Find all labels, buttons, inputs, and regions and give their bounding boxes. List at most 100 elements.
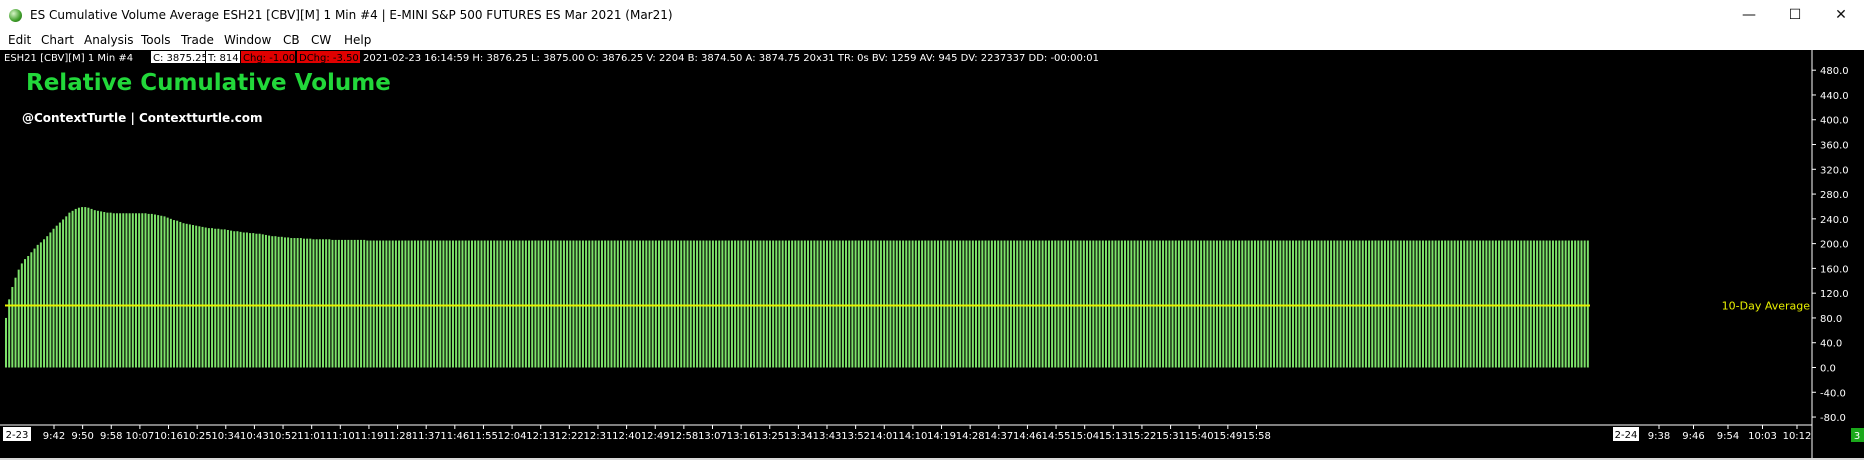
volume-bar	[391, 240, 394, 368]
menu-trade[interactable]: Trade	[181, 33, 214, 47]
x-tick-label: 13:16	[727, 431, 756, 442]
volume-bar	[1019, 240, 1022, 368]
volume-bar	[14, 277, 17, 368]
volume-bar	[490, 240, 493, 368]
volume-bar	[1282, 240, 1285, 368]
volume-bar	[914, 240, 917, 368]
x-tick-label: 15:49	[1213, 431, 1242, 442]
volume-bar	[1504, 240, 1507, 368]
volume-bar	[873, 240, 876, 368]
volume-bar	[258, 233, 261, 368]
menu-help[interactable]: Help	[344, 33, 371, 47]
volume-bar	[1171, 240, 1174, 368]
volume-bar	[1361, 240, 1364, 368]
menu-cw[interactable]: CW	[311, 33, 331, 47]
volume-bar	[566, 240, 569, 368]
menu-chart[interactable]: Chart	[41, 33, 74, 47]
volume-bar	[585, 240, 588, 368]
volume-bar	[1165, 240, 1168, 368]
volume-bar	[578, 240, 581, 368]
x-tick-label: 10:25	[183, 431, 212, 442]
volume-bar	[334, 239, 337, 368]
volume-bar	[217, 228, 220, 368]
volume-bar	[762, 240, 765, 368]
minimize-button[interactable]: —	[1726, 0, 1772, 30]
menu-tools[interactable]: Tools	[141, 33, 171, 47]
menu-edit[interactable]: Edit	[8, 33, 31, 47]
volume-bar	[753, 240, 756, 368]
maximize-button[interactable]: ☐	[1772, 0, 1818, 30]
volume-bar	[77, 207, 80, 368]
volume-bar	[24, 259, 27, 368]
volume-bar	[718, 240, 721, 368]
volume-bar	[1421, 240, 1424, 368]
volume-bar	[613, 240, 616, 368]
volume-bar	[1466, 240, 1469, 368]
x-tick-label: 15:13	[1099, 431, 1128, 442]
volume-bar	[268, 235, 271, 368]
volume-bar	[426, 240, 429, 368]
volume-bar	[119, 213, 122, 368]
volume-bar	[696, 240, 699, 368]
volume-bar	[838, 240, 841, 368]
volume-bar	[604, 240, 607, 368]
volume-bar	[686, 240, 689, 368]
volume-bar	[366, 240, 369, 368]
volume-bar	[8, 299, 11, 368]
volume-bar	[1016, 240, 1019, 368]
close-button[interactable]: ✕	[1818, 0, 1864, 30]
volume-bar	[255, 233, 258, 368]
volume-bar	[1349, 240, 1352, 368]
app-globe-icon	[9, 9, 22, 22]
volume-bar	[233, 231, 236, 368]
volume-bar	[470, 240, 473, 368]
volume-bar	[1396, 240, 1399, 368]
menu-analysis[interactable]: Analysis	[84, 33, 133, 47]
volume-bar	[344, 239, 347, 368]
volume-bar	[274, 236, 277, 368]
volume-bar	[734, 240, 737, 368]
x-tick-label: 10:03	[1748, 431, 1777, 442]
volume-bar	[543, 240, 546, 368]
volume-bar	[1434, 240, 1437, 368]
volume-bar	[486, 240, 489, 368]
volume-bar	[512, 240, 515, 368]
volume-bar	[759, 240, 762, 368]
volume-bar	[1136, 240, 1139, 368]
volume-bar	[68, 212, 71, 368]
volume-bar	[1250, 240, 1253, 368]
menu-cb[interactable]: CB	[283, 33, 300, 47]
volume-bar	[807, 240, 810, 368]
infobar-dchg: DChg: -3.50	[299, 53, 359, 64]
volume-bar	[784, 240, 787, 368]
y-tick-label: -40.0	[1820, 388, 1846, 399]
volume-bar	[458, 240, 461, 368]
volume-bar	[708, 240, 711, 368]
menu-window[interactable]: Window	[224, 33, 271, 47]
volume-bar	[1526, 240, 1529, 368]
volume-bar	[1317, 240, 1320, 368]
volume-bar	[917, 240, 920, 368]
y-tick-label: 200.0	[1820, 240, 1849, 251]
volume-bar	[445, 240, 448, 368]
volume-bar	[1276, 240, 1279, 368]
x-tick-label: 14:55	[1042, 431, 1071, 442]
chart-panel[interactable]: 10-Day Average ESH21 [CBV][M] 1 Min #4 C…	[0, 50, 1864, 458]
y-tick-label: 120.0	[1820, 289, 1849, 300]
volume-bar	[569, 240, 572, 368]
volume-bar	[1295, 240, 1298, 368]
volume-bar	[280, 236, 283, 368]
volume-bar	[1529, 240, 1532, 368]
volume-bar	[626, 240, 629, 368]
volume-bar	[407, 240, 410, 368]
volume-bar	[1120, 240, 1123, 368]
volume-bar	[924, 240, 927, 368]
volume-bar	[131, 213, 134, 368]
volume-bar	[1479, 240, 1482, 368]
volume-bar	[1044, 240, 1047, 368]
volume-bar	[1406, 240, 1409, 368]
volume-bar	[879, 240, 882, 368]
volume-bar	[1273, 240, 1275, 368]
volume-bar	[940, 240, 943, 368]
volume-bar	[1063, 240, 1066, 368]
